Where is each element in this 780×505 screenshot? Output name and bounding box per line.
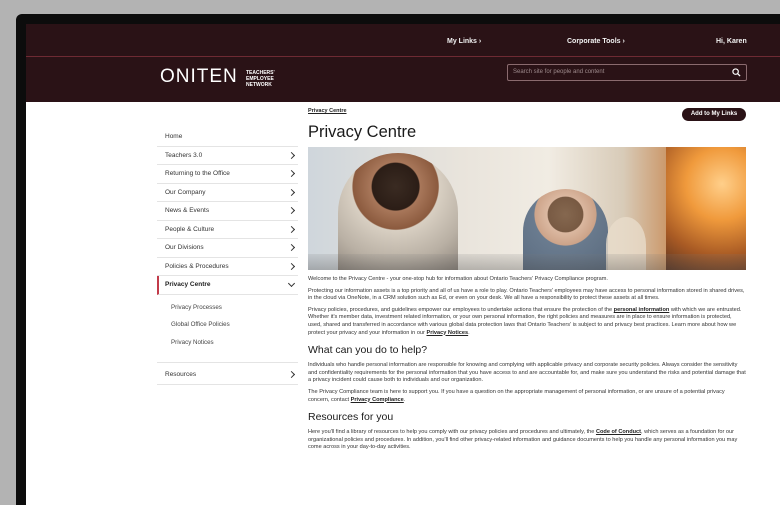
sidebar-nav: Home Teachers 3.0 Returning to the Offic… <box>157 128 298 385</box>
site-logo[interactable]: ONITEN TEACHERS' EMPLOYEE NETWORK <box>160 66 275 88</box>
chevron-right-icon[interactable] <box>287 169 296 178</box>
hero-image <box>308 147 746 270</box>
sidebar-subitem-notices[interactable]: Privacy Notices <box>157 334 298 352</box>
corporate-tools-link[interactable]: Corporate Tools › <box>567 38 625 45</box>
sidebar-item-news[interactable]: News & Events <box>157 202 298 221</box>
sidebar-item-teachers[interactable]: Teachers 3.0 <box>157 147 298 165</box>
text-span: Here you'll find a library of resources … <box>308 429 596 436</box>
search-input[interactable]: Search site for people and content <box>507 64 747 81</box>
chevron-right-icon[interactable] <box>287 370 296 379</box>
sidebar-item-company[interactable]: Our Company <box>157 184 298 202</box>
sidebar-item-people[interactable]: People & Culture <box>157 221 298 239</box>
body-paragraph: Individuals who handle personal informat… <box>308 362 746 384</box>
body-paragraph: Protecting our information assets is a t… <box>308 287 745 302</box>
body-paragraph: Privacy policies, procedures, and guidel… <box>308 307 746 337</box>
chevron-right-icon[interactable] <box>287 243 296 252</box>
chevron-right-icon[interactable] <box>287 188 296 196</box>
code-of-conduct-link[interactable]: Code of Conduct <box>596 429 641 435</box>
intro-paragraph: Welcome to the Privacy Centre - your one… <box>308 276 608 282</box>
logo-wordmark: ONITEN <box>160 66 238 87</box>
sidebar-divider <box>157 351 298 363</box>
person-figure <box>338 153 458 270</box>
text-span: . <box>403 396 406 403</box>
add-to-my-links-button[interactable]: Add to My Links <box>682 108 746 121</box>
sidebar-item-label: Returning to the Office <box>165 170 230 177</box>
search-icon[interactable] <box>732 68 741 77</box>
main-content: Privacy Centre Add to My Links Privacy C… <box>308 108 746 452</box>
sidebar-item-privacy[interactable]: Privacy Centre <box>157 276 298 295</box>
sidebar-item-home[interactable]: Home <box>157 128 298 147</box>
sidebar-item-label: Policies & Procedures <box>165 262 229 270</box>
header-divider <box>26 56 780 57</box>
text-span: . <box>468 329 470 336</box>
sidebar-item-label: Resources <box>165 371 197 378</box>
chevron-right-icon[interactable] <box>287 206 296 215</box>
my-links-label: My Links <box>447 38 477 45</box>
sidebar-item-label: Home <box>165 133 183 140</box>
sidebar-item-resources[interactable]: Resources <box>157 366 298 385</box>
chevron-right-icon[interactable] <box>287 151 296 159</box>
chevron-right-icon[interactable] <box>287 262 296 270</box>
sidebar-item-label: Our Divisions <box>165 244 204 251</box>
sidebar-item-policies[interactable]: Policies & Procedures <box>157 258 298 276</box>
section-heading: Resources for you <box>308 411 394 424</box>
user-greeting[interactable]: Hi, Karen <box>716 38 747 45</box>
chevron-right-icon[interactable] <box>287 225 296 233</box>
sidebar-item-label: Our Company <box>165 188 206 196</box>
personal-information-link[interactable]: personal information <box>614 307 670 313</box>
text-span: Privacy policies, procedures, and guidel… <box>308 306 614 313</box>
my-links-link[interactable]: My Links › <box>447 38 481 45</box>
sidebar-item-label: News & Events <box>165 207 210 214</box>
sidebar-item-divisions[interactable]: Our Divisions <box>157 239 298 258</box>
logo-subtext: TEACHERS' EMPLOYEE NETWORK <box>246 70 275 88</box>
top-links: My Links › Corporate Tools › Hi, Karen <box>26 38 780 52</box>
sidebar-item-label: Privacy Centre <box>165 281 211 288</box>
section-heading: What can you do to help? <box>308 344 428 357</box>
page-title: Privacy Centre <box>308 123 417 141</box>
sidebar-item-returning[interactable]: Returning to the Office <box>157 165 298 184</box>
browser-frame: My Links › Corporate Tools › Hi, Karen O… <box>16 14 780 505</box>
desk-surface <box>308 254 746 270</box>
site-header: My Links › Corporate Tools › Hi, Karen O… <box>26 24 780 102</box>
chevron-down-icon[interactable] <box>287 279 296 288</box>
sidebar-subitem-global-policies[interactable]: Global Office Policies <box>157 316 298 334</box>
window-light <box>666 147 746 270</box>
body-paragraph: Here you'll find a library of resources … <box>308 429 746 452</box>
corporate-tools-label: Corporate Tools <box>567 38 621 45</box>
body-paragraph: The Privacy Compliance team is here to s… <box>308 389 746 404</box>
privacy-compliance-link[interactable]: Privacy Compliance <box>351 397 404 403</box>
search-placeholder: Search site for people and content <box>513 69 605 75</box>
sidebar-subitem-processes[interactable]: Privacy Processes <box>157 299 298 317</box>
sidebar-item-label: People & Culture <box>165 225 215 233</box>
page-content: Home Teachers 3.0 Returning to the Offic… <box>26 102 780 505</box>
sidebar-item-label: Teachers 3.0 <box>165 151 203 159</box>
privacy-notices-link[interactable]: Privacy Notices <box>426 330 468 336</box>
breadcrumb[interactable]: Privacy Centre <box>308 108 746 114</box>
